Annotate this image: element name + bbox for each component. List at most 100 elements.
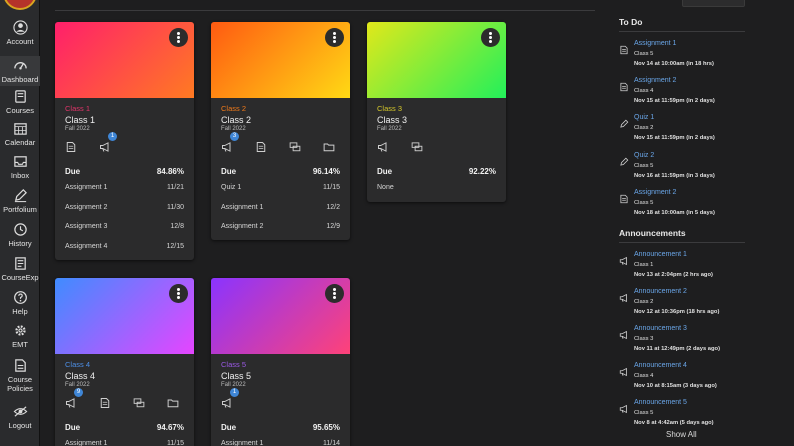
- unread-badge: 3: [230, 132, 239, 141]
- nav-label: Courses: [6, 106, 34, 115]
- course-name: Class 2: [634, 125, 654, 132]
- due-item[interactable]: Assignment 2 12/9: [221, 223, 340, 233]
- course-name: Class 4: [65, 371, 96, 381]
- announcements-icon[interactable]: [65, 396, 77, 408]
- item-date: Nov 16 at 11:59pm (in 3 days): [634, 172, 715, 179]
- todo-item-title[interactable]: Assignment 2: [634, 77, 676, 84]
- nav-account[interactable]: Account: [0, 20, 40, 48]
- due-item-name: Quiz 1: [221, 184, 242, 191]
- announcements-icon: [619, 290, 629, 303]
- nav-courseexp[interactable]: CourseExp: [0, 256, 40, 284]
- course-name: Class 5: [634, 199, 654, 206]
- nav-portfolium[interactable]: Portfolium: [0, 188, 40, 216]
- discussions-icon[interactable]: [411, 140, 423, 152]
- course-options-button[interactable]: [325, 284, 344, 303]
- announcements-icon[interactable]: [221, 396, 233, 408]
- course-card[interactable]: Class 5 Class 5 Fall 2022 1 Due 95.65% Assignm…: [211, 278, 350, 446]
- header-divider: [55, 10, 595, 11]
- announcement-title[interactable]: Announcement 2: [634, 288, 687, 295]
- course-term: Fall 2022: [65, 126, 90, 132]
- nav-label: Logout: [8, 421, 32, 430]
- todo-item-title[interactable]: Quiz 2: [634, 152, 654, 159]
- nav-label: CourseExp: [1, 273, 39, 282]
- due-item[interactable]: Assignment 1 11/14: [221, 440, 340, 446]
- announcements-icon[interactable]: [377, 140, 389, 152]
- unread-badge: 1: [108, 132, 117, 141]
- course-code[interactable]: Class 3: [377, 104, 402, 113]
- announcement-title[interactable]: Announcement 3: [634, 325, 687, 332]
- nav-inbox[interactable]: Inbox: [0, 154, 40, 182]
- assignments-icon[interactable]: [255, 140, 267, 152]
- item-date: Nov 11 at 12:49pm (2 days ago): [634, 346, 721, 352]
- todo-item-title[interactable]: Quiz 1: [634, 114, 654, 121]
- course-card-hero[interactable]: [211, 278, 350, 354]
- nav-course-policies[interactable]: Course Policies: [0, 358, 40, 393]
- nav-calendar[interactable]: Calendar: [0, 121, 40, 149]
- announcements-icon[interactable]: [99, 140, 111, 152]
- todo-item-title[interactable]: Assignment 1: [634, 40, 676, 47]
- course-code[interactable]: Class 2: [221, 104, 246, 113]
- files-icon[interactable]: [323, 140, 335, 152]
- assignments-icon[interactable]: [65, 140, 77, 152]
- due-item[interactable]: Quiz 1 11/15: [221, 184, 340, 194]
- files-icon[interactable]: [167, 396, 179, 408]
- nav-dashboard[interactable]: Dashboard: [0, 56, 40, 86]
- grade-percent: 94.67%: [156, 423, 184, 432]
- due-item[interactable]: Assignment 1 12/2: [221, 204, 340, 214]
- todo-item-title[interactable]: Assignment 2: [634, 189, 676, 196]
- discussions-icon[interactable]: [289, 140, 301, 152]
- nav-history[interactable]: History: [0, 222, 40, 250]
- course-card-hero[interactable]: [55, 278, 194, 354]
- course-card-hero[interactable]: [55, 22, 194, 98]
- due-item[interactable]: Assignment 4 12/15: [65, 243, 184, 253]
- announcement-title[interactable]: Announcement 1: [634, 251, 687, 258]
- course-options-button[interactable]: [481, 28, 500, 47]
- item-date: Nov 12 at 10:36pm (18 hrs ago): [634, 309, 720, 315]
- assignments-icon[interactable]: [99, 396, 111, 408]
- due-item[interactable]: Assignment 1 11/15: [65, 440, 184, 446]
- due-item-name: Assignment 1: [65, 440, 108, 446]
- due-item[interactable]: Assignment 2 11/30: [65, 204, 184, 214]
- policies-icon: [13, 358, 28, 373]
- unread-badge: 1: [230, 388, 239, 397]
- course-options-button[interactable]: [169, 284, 188, 303]
- nav-courses[interactable]: Courses: [0, 89, 40, 117]
- due-item[interactable]: Assignment 3 12/8: [65, 223, 184, 233]
- announcement-title[interactable]: Announcement 4: [634, 362, 687, 369]
- course-options-button[interactable]: [325, 28, 344, 47]
- quiz-icon: [619, 116, 629, 129]
- nav-emt[interactable]: EMT: [0, 323, 40, 351]
- nav-logout[interactable]: Logout: [0, 404, 40, 432]
- course-card[interactable]: Class 4 Class 4 Fall 2022 9 Due 94.67% Assignm…: [55, 278, 194, 446]
- course-card[interactable]: Class 2 Class 2 Fall 2022 3 Due 96.14% Quiz 11…: [211, 22, 350, 240]
- nav-help[interactable]: Help: [0, 290, 40, 318]
- due-item[interactable]: Assignment 1 11/21: [65, 184, 184, 194]
- course-name: Class 3: [377, 115, 408, 125]
- course-card-hero[interactable]: [367, 22, 506, 98]
- course-name: Class 1: [65, 115, 96, 125]
- course-card[interactable]: Class 1 Class 1 Fall 2022 1 Due 84.86% Assignm…: [55, 22, 194, 260]
- course-card-hero[interactable]: [211, 22, 350, 98]
- course-options-button[interactable]: [169, 28, 188, 47]
- university-logo[interactable]: [3, 0, 37, 10]
- announcements-icon: [619, 401, 629, 414]
- announcements-icon[interactable]: [221, 140, 233, 152]
- todo-heading: To Do: [619, 17, 643, 27]
- nav-label: Inbox: [10, 171, 30, 180]
- course-card[interactable]: Class 3 Class 3 Fall 2022 Due 92.22% None: [367, 22, 506, 202]
- courseexp-icon: [13, 256, 28, 271]
- grade-percent: 95.65%: [312, 423, 340, 432]
- item-date: Nov 8 at 4:42am (5 days ago): [634, 420, 714, 426]
- due-item-date: 12/15: [166, 242, 184, 250]
- discussions-icon[interactable]: [133, 396, 145, 408]
- show-all-link[interactable]: Show All: [666, 430, 697, 439]
- announcement-title[interactable]: Announcement 5: [634, 399, 687, 406]
- assignments-icon: [619, 191, 629, 203]
- history-icon: [13, 222, 28, 237]
- course-code[interactable]: Class 1: [65, 104, 90, 113]
- due-item-date: 11/21: [167, 184, 184, 191]
- course-code[interactable]: Class 5: [221, 360, 246, 369]
- course-code[interactable]: Class 4: [65, 360, 90, 369]
- start-new-course-button[interactable]: [682, 0, 745, 7]
- due-item[interactable]: None: [377, 184, 496, 194]
